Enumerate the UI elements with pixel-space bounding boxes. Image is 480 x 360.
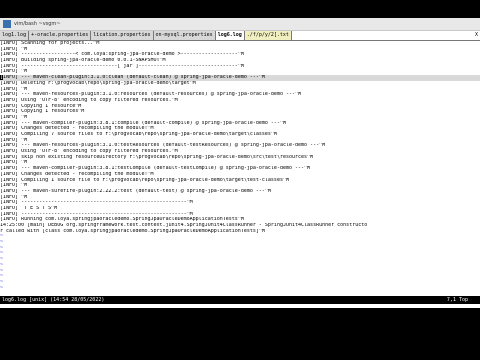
app-icon xyxy=(3,20,11,28)
status-line: log6.log [unix] (14:54 28/05/2022) 7,1 T… xyxy=(0,296,480,304)
tab-5[interactable]: ./f/p/y/2[.txt xyxy=(244,31,292,40)
vim-tab-bar: log1.log +-oracle.properties lication.prop… xyxy=(0,31,480,41)
close-tab-icon[interactable]: X xyxy=(475,31,478,40)
command-line[interactable] xyxy=(0,304,480,308)
empty-line-marker: ~ xyxy=(0,285,4,291)
status-position: 7,1 Top xyxy=(446,297,468,303)
editor-buffer[interactable]: [INFO] Scanning for projects...^M [INFO] … xyxy=(0,41,480,296)
tab-3[interactable]: on-mysql.properties xyxy=(153,31,216,40)
tab-4[interactable]: log6.log xyxy=(215,31,245,40)
terminal-window: vim/bash ~vsgm~ log1.log +-oracle.propert… xyxy=(0,18,480,308)
status-file-info: log6.log [unix] (14:54 28/05/2022) xyxy=(2,297,105,303)
text-cursor: [ xyxy=(0,75,4,81)
tab-2[interactable]: lication.properties xyxy=(91,31,154,40)
window-title: vim/bash ~vsgm~ xyxy=(14,21,61,27)
title-bar: vim/bash ~vsgm~ xyxy=(0,18,480,31)
tab-1[interactable]: +-oracle.properties xyxy=(29,31,92,40)
tab-0[interactable]: log1.log xyxy=(0,31,30,40)
